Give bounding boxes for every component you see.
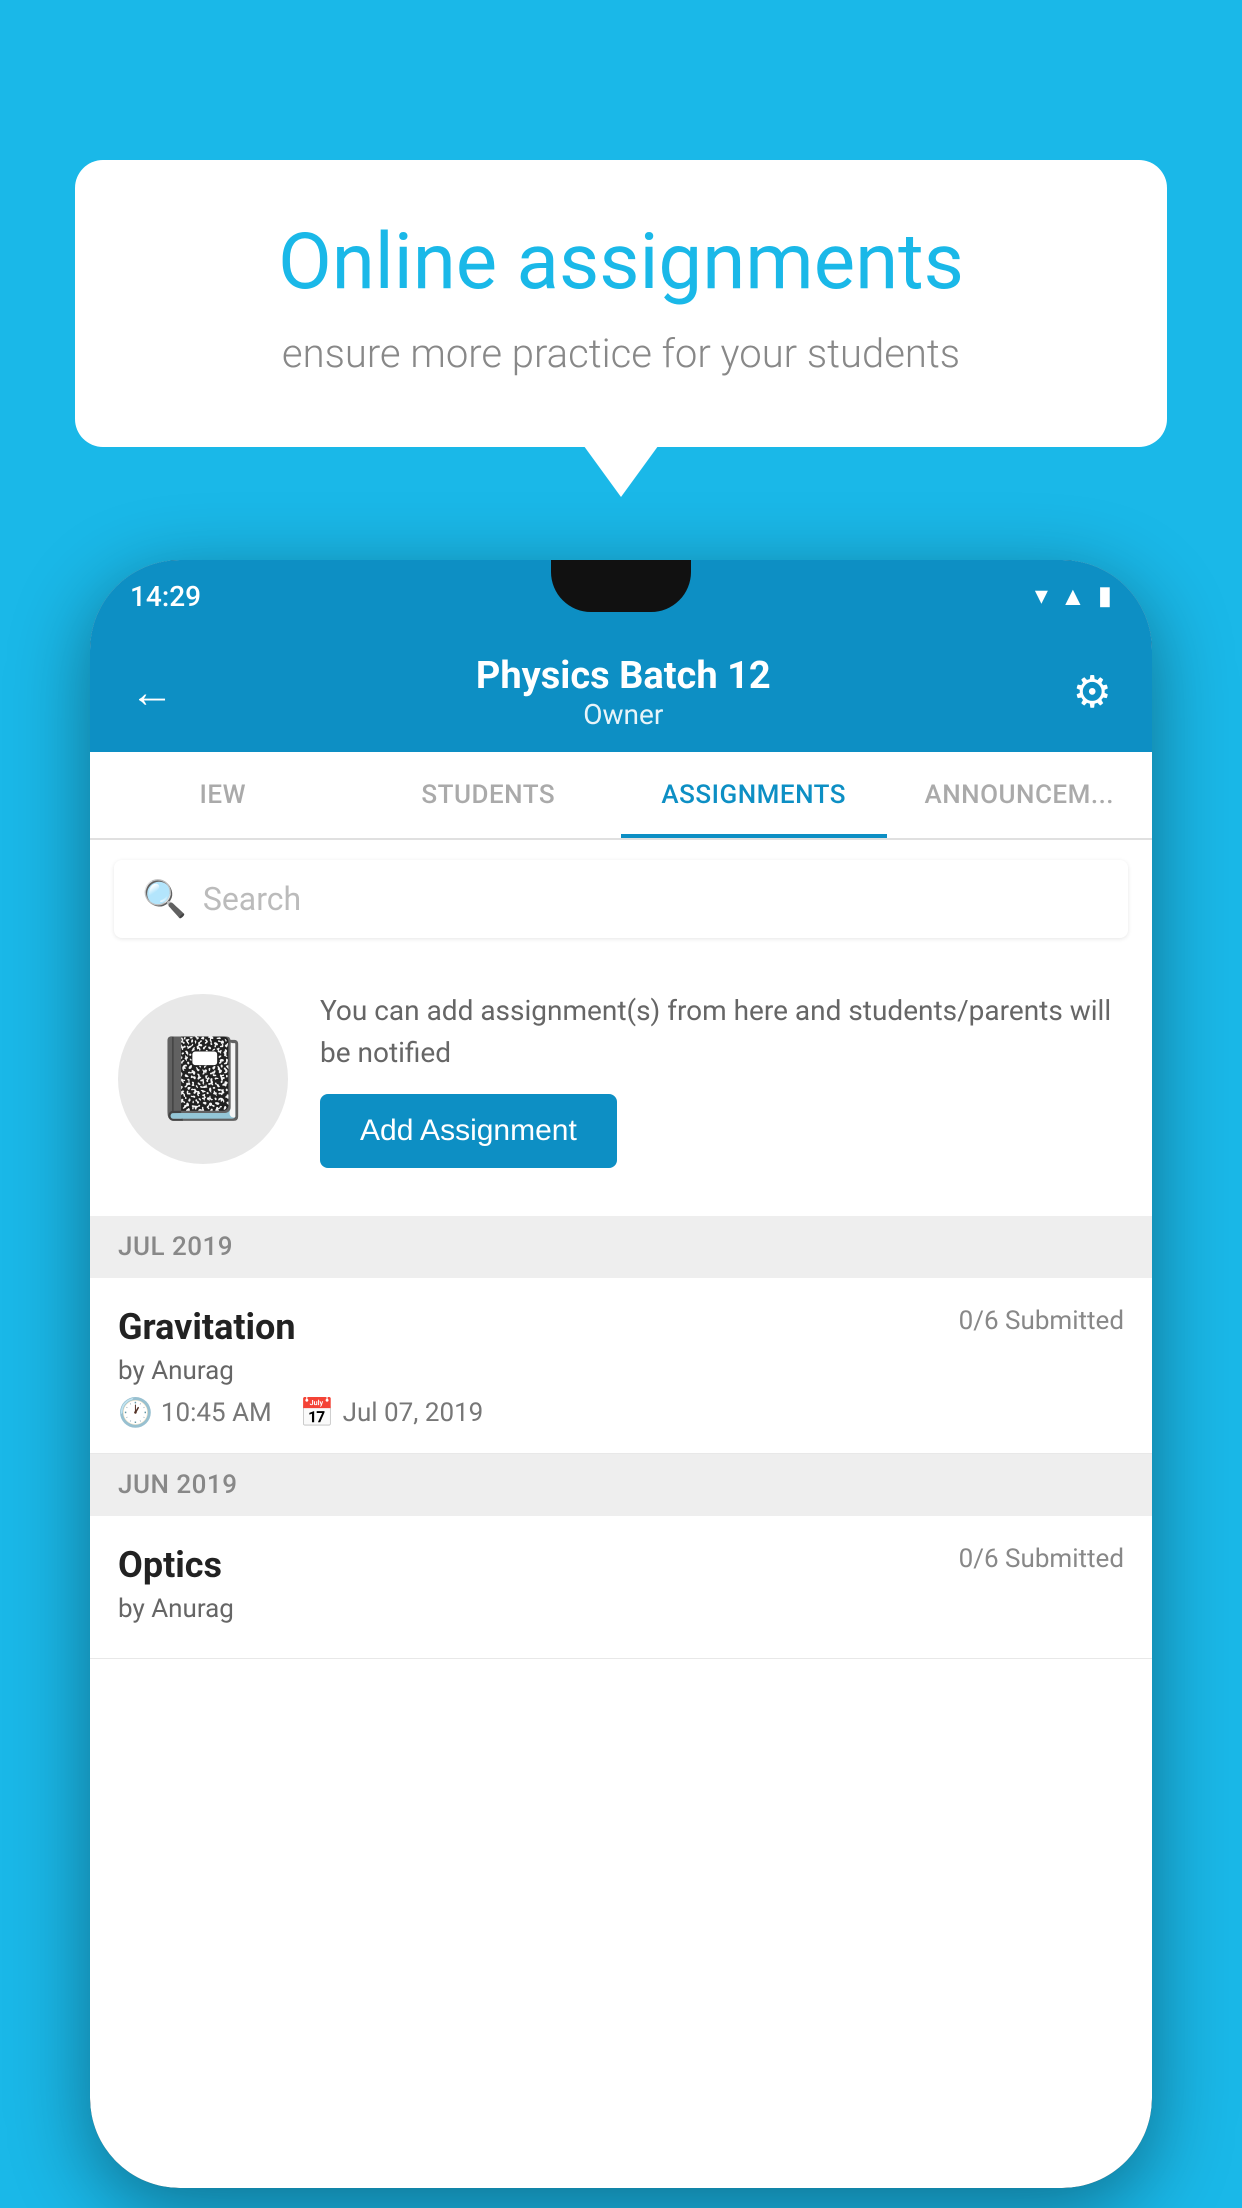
assignment-item-optics[interactable]: Optics 0/6 Submitted by Anurag: [90, 1516, 1152, 1659]
search-input-placeholder: Search: [203, 880, 301, 918]
assignment-date: Jul 07, 2019: [343, 1398, 484, 1428]
assignment-title-optics: Optics: [118, 1544, 222, 1586]
app-bar-center: Physics Batch 12 Owner: [476, 654, 771, 731]
tabs-bar: IEW STUDENTS ASSIGNMENTS ANNOUNCEM...: [90, 752, 1152, 840]
add-assignment-button[interactable]: Add Assignment: [320, 1094, 617, 1168]
assignment-item-gravitation[interactable]: Gravitation 0/6 Submitted by Anurag 🕐 10…: [90, 1278, 1152, 1454]
notebook-icon: 📓: [153, 1032, 253, 1126]
phone-screen: 14:29 ▾ ▲ ▮ ← Physics Batch 12 Owner ⚙: [90, 560, 1152, 2188]
tab-iew[interactable]: IEW: [90, 752, 356, 838]
tab-announcements[interactable]: ANNOUNCEM...: [887, 752, 1153, 838]
calendar-icon: 📅: [300, 1396, 335, 1429]
assignment-title: Gravitation: [118, 1306, 296, 1348]
assignment-submitted: 0/6 Submitted: [959, 1306, 1124, 1336]
assignment-header: Gravitation 0/6 Submitted: [118, 1306, 1124, 1348]
assignment-header-optics: Optics 0/6 Submitted: [118, 1544, 1124, 1586]
search-bar[interactable]: 🔍 Search: [114, 860, 1128, 938]
app-bar: ← Physics Batch 12 Owner ⚙: [90, 632, 1152, 752]
info-card: Online assignments ensure more practice …: [75, 160, 1167, 447]
section-header-jun: JUN 2019: [90, 1454, 1152, 1516]
tab-assignments[interactable]: ASSIGNMENTS: [621, 752, 887, 838]
tab-students[interactable]: STUDENTS: [356, 752, 622, 838]
promo-text: You can add assignment(s) from here and …: [320, 990, 1124, 1168]
back-button[interactable]: ←: [130, 666, 174, 718]
meta-time: 🕐 10:45 AM: [118, 1396, 272, 1429]
battery-icon: ▮: [1098, 581, 1112, 611]
status-icons: ▾ ▲ ▮: [1035, 581, 1112, 612]
promo-section: 📓 You can add assignment(s) from here an…: [90, 958, 1152, 1200]
info-card-title: Online assignments: [145, 220, 1097, 306]
wifi-icon: ▾: [1035, 581, 1048, 611]
promo-icon-circle: 📓: [118, 994, 288, 1164]
app-bar-subtitle: Owner: [476, 698, 771, 731]
scrollable-content: 🔍 Search 📓 You can add assignment(s) fro…: [90, 840, 1152, 2188]
assignment-meta: 🕐 10:45 AM 📅 Jul 07, 2019: [118, 1396, 1124, 1429]
phone-frame: 14:29 ▾ ▲ ▮ ← Physics Batch 12 Owner ⚙: [90, 560, 1152, 2188]
info-card-subtitle: ensure more practice for your students: [145, 330, 1097, 377]
section-header-jul: JUL 2019: [90, 1216, 1152, 1278]
assignment-author-optics: by Anurag: [118, 1594, 1124, 1624]
search-icon: 🔍: [142, 878, 187, 920]
app-bar-title: Physics Batch 12: [476, 654, 771, 698]
status-bar: 14:29 ▾ ▲ ▮: [90, 560, 1152, 632]
promo-description: You can add assignment(s) from here and …: [320, 990, 1124, 1074]
clock-icon: 🕐: [118, 1396, 153, 1429]
meta-date: 📅 Jul 07, 2019: [300, 1396, 484, 1429]
settings-button[interactable]: ⚙: [1073, 666, 1112, 718]
signal-icon: ▲: [1060, 581, 1086, 612]
assignment-time: 10:45 AM: [161, 1398, 272, 1428]
notch: [551, 560, 691, 612]
assignment-submitted-optics: 0/6 Submitted: [959, 1544, 1124, 1574]
assignment-author: by Anurag: [118, 1356, 1124, 1386]
status-time: 14:29: [130, 580, 201, 613]
